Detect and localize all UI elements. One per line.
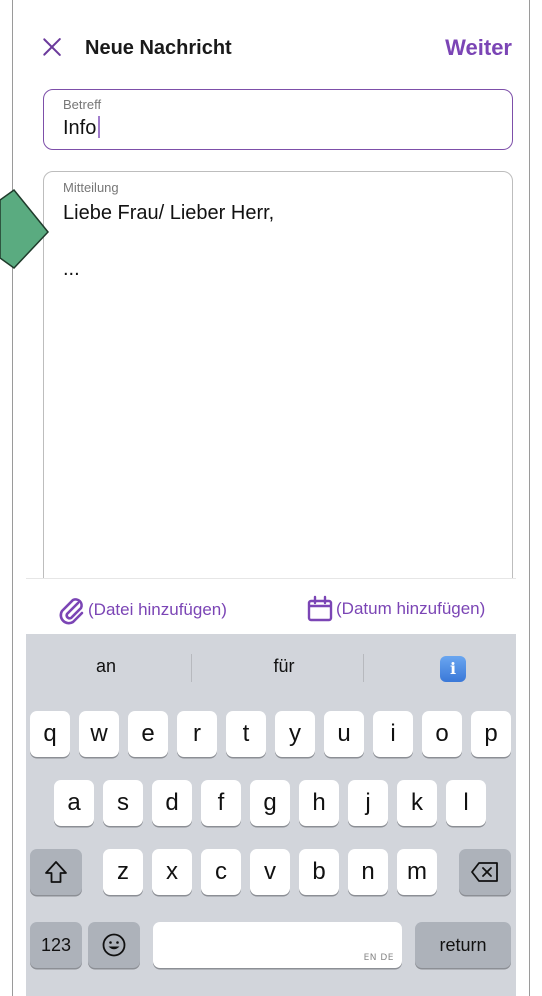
key-v[interactable]: v — [250, 849, 290, 895]
add-date-button[interactable]: (Datum hinzufügen) — [306, 595, 485, 623]
key-b[interactable]: b — [299, 849, 339, 895]
frame-border — [529, 0, 530, 996]
add-file-button[interactable]: (Datei hinzufügen) — [56, 595, 227, 625]
space-key[interactable]: EN DE — [153, 922, 402, 968]
key-l[interactable]: l — [446, 780, 486, 826]
text-caret — [98, 116, 101, 138]
suggestion-divider — [363, 654, 364, 682]
shift-icon — [45, 861, 67, 883]
suggestion-item[interactable]: an — [31, 656, 181, 677]
shift-key[interactable] — [30, 849, 82, 895]
add-date-label: (Datum hinzufügen) — [336, 599, 486, 618]
suggestion-item[interactable]: für — [209, 656, 359, 677]
subject-field[interactable]: Betreff Info — [43, 89, 513, 150]
key-t[interactable]: t — [226, 711, 266, 757]
subject-input[interactable]: Info — [63, 116, 101, 140]
key-z[interactable]: z — [103, 849, 143, 895]
key-c[interactable]: c — [201, 849, 241, 895]
keyboard: an für i q w e r t y u i o p a s d f g h… — [26, 634, 516, 996]
header: Neue Nachricht Weiter — [40, 30, 512, 70]
key-a[interactable]: a — [54, 780, 94, 826]
next-button[interactable]: Weiter — [445, 35, 512, 61]
key-q[interactable]: q — [30, 711, 70, 757]
key-e[interactable]: e — [128, 711, 168, 757]
key-m[interactable]: m — [397, 849, 437, 895]
key-f[interactable]: f — [201, 780, 241, 826]
suggestion-bar: an für i — [26, 634, 516, 704]
attachments-bar: (Datei hinzufügen) (Datum hinzufügen) — [26, 578, 516, 634]
delete-key[interactable] — [459, 849, 511, 895]
key-r[interactable]: r — [177, 711, 217, 757]
emoji-key[interactable] — [88, 922, 140, 968]
key-w[interactable]: w — [79, 711, 119, 757]
message-field[interactable]: Mitteilung Liebe Frau/ Lieber Herr, ... — [43, 171, 513, 601]
info-icon[interactable]: i — [440, 656, 466, 682]
return-key[interactable]: return — [415, 922, 511, 968]
key-d[interactable]: d — [152, 780, 192, 826]
key-j[interactable]: j — [348, 780, 388, 826]
subject-label: Betreff — [63, 97, 102, 112]
key-g[interactable]: g — [250, 780, 290, 826]
page-title: Neue Nachricht — [85, 37, 232, 59]
message-label: Mitteilung — [63, 180, 119, 195]
key-o[interactable]: o — [422, 711, 462, 757]
numbers-key[interactable]: 123 — [30, 922, 82, 968]
emoji-icon — [102, 933, 126, 957]
close-icon[interactable] — [40, 35, 64, 59]
language-hint: EN DE — [363, 953, 394, 963]
subject-value: Info — [63, 117, 97, 139]
suggestion-divider — [191, 654, 192, 682]
frame-border — [12, 0, 13, 996]
message-line: ... — [63, 258, 80, 280]
delete-icon — [471, 862, 498, 882]
key-n[interactable]: n — [348, 849, 388, 895]
key-i[interactable]: i — [373, 711, 413, 757]
message-line: Liebe Frau/ Lieber Herr, — [63, 202, 275, 224]
app-screen: Neue Nachricht Weiter Betreff Info Mitte… — [0, 0, 542, 996]
key-u[interactable]: u — [324, 711, 364, 757]
key-p[interactable]: p — [471, 711, 511, 757]
pointer-arrow-icon — [0, 188, 49, 269]
calendar-icon — [307, 595, 333, 622]
key-y[interactable]: y — [275, 711, 315, 757]
key-h[interactable]: h — [299, 780, 339, 826]
key-k[interactable]: k — [397, 780, 437, 826]
paperclip-icon — [59, 598, 84, 625]
key-s[interactable]: s — [103, 780, 143, 826]
add-file-label: (Datei hinzufügen) — [88, 600, 227, 619]
key-x[interactable]: x — [152, 849, 192, 895]
